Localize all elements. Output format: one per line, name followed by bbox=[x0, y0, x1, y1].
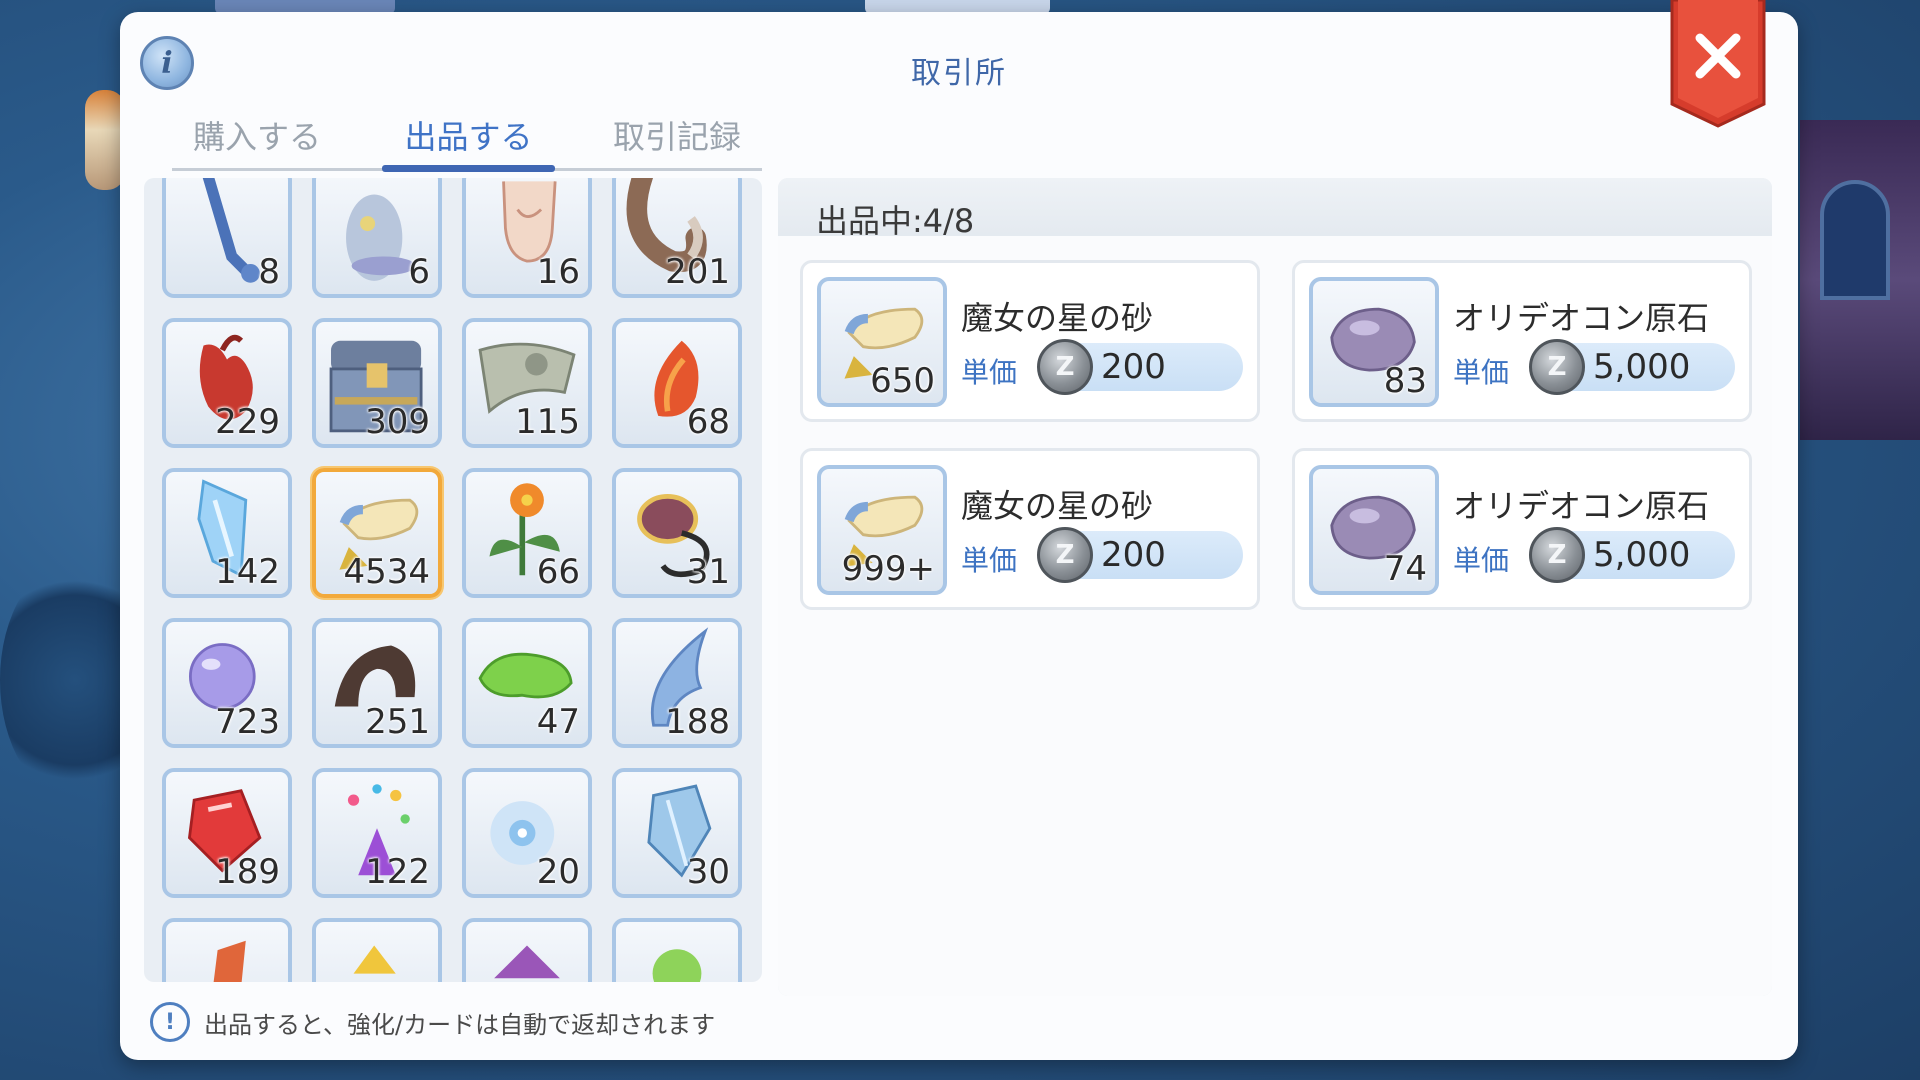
exchange-window: i 取引所 購入する 出品する 取引記録 8 6 16 201 229 309 … bbox=[120, 0, 1798, 1060]
listing-item-slot: 83 bbox=[1309, 277, 1439, 407]
zeny-coin-icon: Z bbox=[1037, 527, 1093, 583]
zeny-coin-icon: Z bbox=[1037, 339, 1093, 395]
unit-price-label: 単価 bbox=[1453, 356, 1510, 389]
inventory-slot[interactable]: 31 bbox=[612, 468, 742, 598]
listings-body: 650 魔女の星の砂 単価 Z 200 83 オリデオコン原石 単価 Z 5,0… bbox=[778, 236, 1772, 996]
notice-text: 出品すると、強化/カードは自動で返却されます bbox=[204, 1010, 716, 1039]
tab-active-indicator bbox=[382, 165, 555, 172]
price-box: Z 200 bbox=[1037, 339, 1243, 395]
inventory-slot[interactable]: 8 bbox=[162, 178, 292, 298]
item-quantity: 142 bbox=[215, 552, 280, 592]
listing-card[interactable]: 999+ 魔女の星の砂 単価 Z 200 bbox=[800, 448, 1260, 610]
purple-gem-icon bbox=[494, 945, 560, 979]
inventory-panel[interactable]: 8 6 16 201 229 309 115 68 142 4534 66 31… bbox=[144, 178, 762, 982]
zeny-coin-icon: Z bbox=[1529, 339, 1585, 395]
item-quantity: 8 bbox=[258, 252, 280, 292]
item-quantity: 189 bbox=[215, 852, 280, 892]
inventory-slot[interactable]: 189 bbox=[162, 768, 292, 898]
orange-shard-icon bbox=[213, 940, 246, 982]
tab-history[interactable]: 取引記録 bbox=[592, 104, 762, 166]
item-quantity: 68 bbox=[686, 402, 730, 442]
inventory-slot[interactable]: 201 bbox=[612, 178, 742, 298]
price-box: Z 5,000 bbox=[1529, 339, 1735, 395]
item-quantity: 201 bbox=[665, 252, 730, 292]
tab-sell[interactable]: 出品する bbox=[382, 104, 555, 166]
unit-price-label: 単価 bbox=[1453, 544, 1510, 577]
inventory-slot[interactable]: 68 bbox=[612, 318, 742, 448]
listing-item-slot: 650 bbox=[817, 277, 947, 407]
item-quantity: 999+ bbox=[841, 549, 935, 589]
price-box: Z 5,000 bbox=[1529, 527, 1735, 583]
item-quantity: 16 bbox=[536, 252, 580, 292]
item-quantity: 188 bbox=[665, 702, 730, 742]
inventory-slot[interactable]: 723 bbox=[162, 618, 292, 748]
item-quantity: 650 bbox=[870, 361, 935, 401]
item-quantity: 47 bbox=[536, 702, 580, 742]
close-button[interactable] bbox=[1668, 0, 1768, 128]
yellow-gem-icon bbox=[353, 945, 396, 974]
notice-bar: ! 出品すると、強化/カードは自動で返却されます bbox=[150, 1000, 715, 1044]
inventory-slot[interactable]: 30 bbox=[612, 768, 742, 898]
inventory-slot[interactable]: 251 bbox=[312, 618, 442, 748]
listing-item-name: オリデオコン原石 bbox=[1453, 487, 1710, 525]
inventory-slot[interactable]: 66 bbox=[462, 468, 592, 598]
listing-item-slot: 74 bbox=[1309, 465, 1439, 595]
listing-card[interactable]: 74 オリデオコン原石 単価 Z 5,000 bbox=[1292, 448, 1752, 610]
listing-item-slot: 999+ bbox=[817, 465, 947, 595]
green-orb-icon bbox=[652, 949, 702, 982]
item-quantity: 20 bbox=[536, 852, 580, 892]
inventory-slot[interactable]: 142 bbox=[162, 468, 292, 598]
inventory-slot-selected[interactable]: 4534 bbox=[312, 468, 442, 598]
inventory-slot[interactable]: 122 bbox=[312, 768, 442, 898]
price-value: 5,000 bbox=[1593, 347, 1691, 387]
price-value: 5,000 bbox=[1593, 535, 1691, 575]
inventory-slot[interactable]: 229 bbox=[162, 318, 292, 448]
item-quantity: 74 bbox=[1383, 549, 1427, 589]
listing-item-name: 魔女の星の砂 bbox=[961, 299, 1154, 337]
inventory-slot[interactable]: 6 bbox=[312, 178, 442, 298]
inventory-slot[interactable] bbox=[612, 918, 742, 982]
listing-card[interactable]: 83 オリデオコン原石 単価 Z 5,000 bbox=[1292, 260, 1752, 422]
close-icon bbox=[1670, 0, 1766, 128]
background-character bbox=[85, 90, 125, 190]
price-value: 200 bbox=[1101, 535, 1166, 575]
inventory-slot[interactable] bbox=[462, 918, 592, 982]
exclamation-icon: ! bbox=[150, 1002, 190, 1042]
item-quantity: 31 bbox=[686, 552, 730, 592]
zeny-coin-icon: Z bbox=[1529, 527, 1585, 583]
listing-card[interactable]: 650 魔女の星の砂 単価 Z 200 bbox=[800, 260, 1260, 422]
item-quantity: 309 bbox=[365, 402, 430, 442]
inventory-slot[interactable]: 16 bbox=[462, 178, 592, 298]
item-quantity: 30 bbox=[686, 852, 730, 892]
item-quantity: 115 bbox=[515, 402, 580, 442]
price-box: Z 200 bbox=[1037, 527, 1243, 583]
listing-item-name: 魔女の星の砂 bbox=[961, 487, 1154, 525]
inventory-grid: 8 6 16 201 229 309 115 68 142 4534 66 31… bbox=[162, 178, 746, 982]
tab-bar: 購入する 出品する 取引記録 bbox=[172, 104, 762, 174]
inventory-slot[interactable] bbox=[312, 918, 442, 982]
inventory-slot[interactable]: 188 bbox=[612, 618, 742, 748]
item-quantity: 66 bbox=[536, 552, 580, 592]
listings-header: 出品中:4/8 bbox=[778, 178, 1772, 242]
item-quantity: 83 bbox=[1383, 361, 1427, 401]
item-quantity: 122 bbox=[365, 852, 430, 892]
inventory-slot[interactable]: 309 bbox=[312, 318, 442, 448]
item-quantity: 723 bbox=[215, 702, 280, 742]
item-quantity: 251 bbox=[365, 702, 430, 742]
price-value: 200 bbox=[1101, 347, 1166, 387]
tab-buy[interactable]: 購入する bbox=[172, 104, 342, 166]
listing-item-name: オリデオコン原石 bbox=[1453, 299, 1710, 337]
item-quantity: 6 bbox=[408, 252, 430, 292]
background-window bbox=[1820, 180, 1890, 300]
inventory-slot[interactable] bbox=[162, 918, 292, 982]
unit-price-label: 単価 bbox=[961, 544, 1018, 577]
inventory-slot[interactable]: 20 bbox=[462, 768, 592, 898]
inventory-slot[interactable]: 47 bbox=[462, 618, 592, 748]
inventory-slot[interactable]: 115 bbox=[462, 318, 592, 448]
item-quantity: 229 bbox=[215, 402, 280, 442]
listings-panel: 出品中:4/8 650 魔女の星の砂 単価 Z 200 83 オリデオコン原石 … bbox=[778, 178, 1772, 996]
item-quantity: 4534 bbox=[343, 552, 430, 592]
unit-price-label: 単価 bbox=[961, 356, 1018, 389]
window-title: 取引所 bbox=[911, 56, 1007, 91]
